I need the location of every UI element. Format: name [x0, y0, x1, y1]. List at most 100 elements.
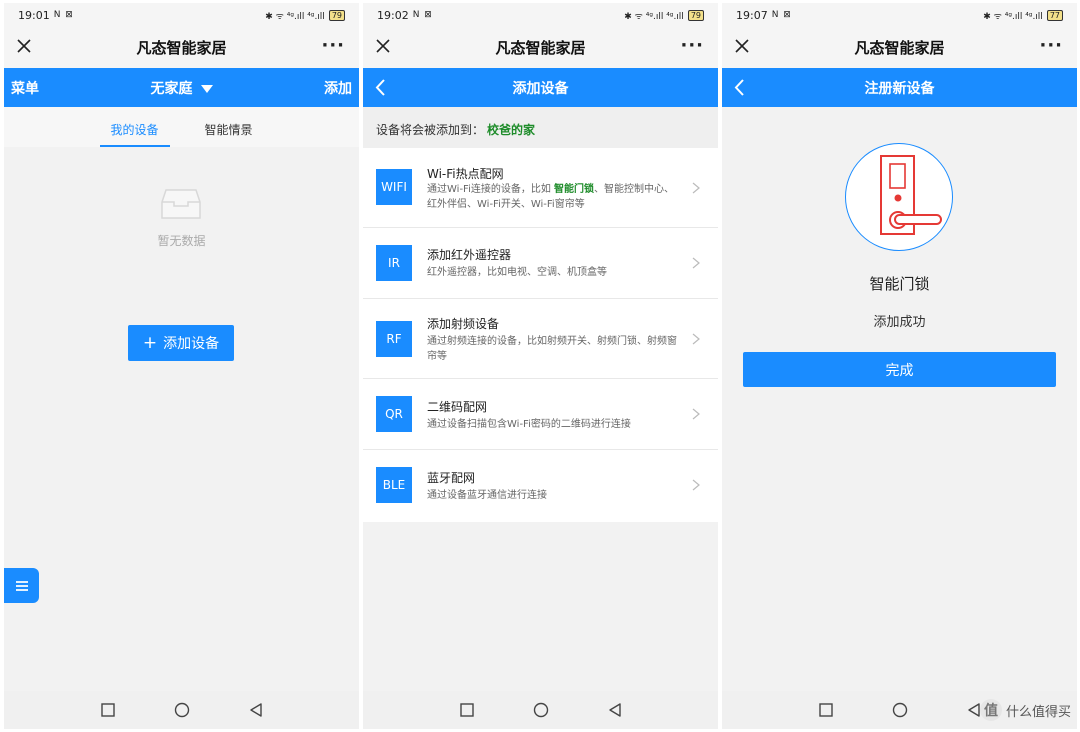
family-label: 无家庭	[150, 80, 193, 97]
header-bar: 注册新设备	[722, 68, 1077, 107]
list-item-qr[interactable]: QR 二维码配网 通过设备扫描包含Wi-Fi密码的二维码进行连接	[363, 379, 718, 450]
signal-icons: ✱ ᯤ ⁴ᵍ.ıll ⁴ᵍ.ıll	[983, 11, 1043, 22]
success-message: 添加成功	[873, 315, 926, 330]
close-icon[interactable]	[373, 36, 393, 56]
item-description: 通过射频连接的设备，比如射频开关、射频门锁、射频窗帘等	[427, 336, 677, 362]
rf-badge-icon: RF	[376, 321, 412, 357]
app-title: 凡态智能家居	[854, 39, 945, 57]
battery-icon: 79	[687, 9, 704, 21]
close-icon[interactable]	[14, 36, 34, 56]
list-item-wifi[interactable]: WIFI Wi-Fi热点配网 通过Wi-Fi连接的设备，比如 智能门锁、智能控制…	[363, 148, 718, 228]
item-title: 添加射频设备	[427, 317, 500, 331]
watermark-text: 什么值得买	[1005, 704, 1071, 720]
recent-apps-icon[interactable]	[459, 702, 475, 718]
page-title: 注册新设备	[864, 80, 935, 97]
app-title: 凡态智能家居	[136, 39, 227, 57]
more-icon[interactable]: ···	[1039, 35, 1063, 56]
header-bar: 添加设备	[363, 68, 718, 107]
notification-icons: N ⊠	[771, 10, 792, 20]
recent-apps-icon[interactable]	[818, 702, 834, 718]
done-button[interactable]: 完成	[743, 352, 1056, 387]
screen-register-device: 19:07 N ⊠ ✱ ᯤ ⁴ᵍ.ıll ⁴ᵍ.ıll 77 凡态智能家居 ··…	[722, 3, 1077, 729]
ble-badge-icon: BLE	[376, 467, 412, 503]
status-time: 19:02	[377, 8, 409, 22]
chevron-right-icon	[692, 479, 700, 491]
status-bar: 19:01 N ⊠ ✱ ᯤ ⁴ᵍ.ıll ⁴ᵍ.ıll 79	[4, 3, 359, 27]
status-bar: 19:07 N ⊠ ✱ ᯤ ⁴ᵍ.ıll ⁴ᵍ.ıll 77	[722, 3, 1077, 27]
qr-badge-icon: QR	[376, 396, 412, 432]
dropdown-icon	[200, 84, 213, 93]
tab-my-devices[interactable]: 我的设备	[99, 107, 170, 147]
back-arrow-icon[interactable]	[732, 78, 748, 97]
empty-inbox-icon	[161, 189, 201, 219]
chevron-right-icon	[692, 333, 700, 345]
item-description: 红外遥控器，比如电视、空调、机顶盒等	[427, 267, 607, 278]
back-nav-icon[interactable]	[607, 702, 623, 718]
header-bar: 菜单 无家庭 添加	[4, 68, 359, 107]
battery-icon: 79	[328, 9, 345, 21]
empty-state-text: 暂无数据	[157, 234, 206, 248]
more-icon[interactable]: ···	[680, 35, 704, 56]
list-item-rf[interactable]: RF 添加射频设备 通过射频连接的设备，比如射频开关、射频门锁、射频窗帘等	[363, 299, 718, 379]
home-icon[interactable]	[533, 702, 549, 718]
app-title: 凡态智能家居	[495, 39, 586, 57]
mini-program-bar: 凡态智能家居 ···	[4, 27, 359, 68]
device-image	[845, 143, 953, 251]
item-description: 通过设备蓝牙通信进行连接	[427, 490, 547, 501]
tab-smart-scenes[interactable]: 智能情景	[194, 107, 264, 147]
device-name: 智能门锁	[869, 275, 930, 293]
tab-bar: 我的设备 智能情景	[4, 107, 359, 147]
menu-button[interactable]: 菜单	[11, 78, 39, 98]
screen-add-device: 19:02 N ⊠ ✱ ᯤ ⁴ᵍ.ıll ⁴ᵍ.ıll 79 凡态智能家居 ··…	[363, 3, 718, 729]
battery-icon: 77	[1046, 9, 1063, 21]
recent-apps-icon[interactable]	[100, 702, 116, 718]
mini-program-bar: 凡态智能家居 ···	[363, 27, 718, 68]
family-selector[interactable]: 无家庭	[151, 78, 213, 98]
home-icon[interactable]	[892, 702, 908, 718]
item-description: 通过Wi-Fi连接的设备，比如 智能门锁、智能控制中心、红外伴侣、Wi-Fi开关…	[427, 182, 677, 212]
wifi-badge-icon: WIFI	[376, 169, 412, 205]
desc-highlight: 智能门锁	[554, 184, 595, 195]
notification-icons: N ⊠	[53, 10, 74, 20]
hint-prefix: 设备将会被添加到：	[376, 123, 485, 137]
system-nav-bar	[363, 691, 718, 729]
list-item-ble[interactable]: BLE 蓝牙配网 通过设备蓝牙通信进行连接	[363, 450, 718, 522]
connection-method-list: WIFI Wi-Fi热点配网 通过Wi-Fi连接的设备，比如 智能门锁、智能控制…	[363, 148, 718, 522]
home-name: 校爸的家	[487, 123, 536, 137]
desc-text: 通过Wi-Fi连接的设备，比如	[427, 184, 555, 195]
item-title: Wi-Fi热点配网	[427, 167, 504, 181]
item-title: 二维码配网	[427, 400, 488, 414]
list-item-ir[interactable]: IR 添加红外遥控器 红外遥控器，比如电视、空调、机顶盒等	[363, 228, 718, 299]
hamburger-icon	[15, 580, 28, 591]
back-arrow-icon[interactable]	[373, 78, 389, 97]
item-description: 通过设备扫描包含Wi-Fi密码的二维码进行连接	[427, 419, 631, 430]
chevron-right-icon	[692, 408, 700, 420]
signal-icons: ✱ ᯤ ⁴ᵍ.ıll ⁴ᵍ.ıll	[265, 11, 325, 22]
status-time: 19:01	[18, 8, 50, 22]
system-nav-bar: 值 什么值得买	[722, 691, 1077, 729]
target-home-hint: 设备将会被添加到： 校爸的家	[363, 107, 718, 148]
watermark-logo-icon: 值	[979, 699, 1002, 721]
home-icon[interactable]	[174, 702, 190, 718]
close-icon[interactable]	[732, 36, 752, 56]
mini-program-bar: 凡态智能家居 ···	[722, 27, 1077, 68]
ir-badge-icon: IR	[376, 245, 412, 281]
item-title: 蓝牙配网	[427, 471, 476, 485]
back-nav-icon[interactable]	[248, 702, 264, 718]
more-icon[interactable]: ···	[321, 35, 345, 56]
add-device-button[interactable]: + 添加设备	[128, 325, 234, 361]
status-time: 19:07	[736, 8, 768, 22]
item-title: 添加红外遥控器	[427, 248, 512, 262]
status-bar: 19:02 N ⊠ ✱ ᯤ ⁴ᵍ.ıll ⁴ᵍ.ıll 79	[363, 3, 718, 27]
plus-icon: +	[142, 333, 158, 353]
chevron-right-icon	[692, 257, 700, 269]
page-title: 添加设备	[512, 80, 569, 97]
chevron-right-icon	[692, 182, 700, 194]
add-device-label: 添加设备	[163, 336, 220, 352]
add-button[interactable]: 添加	[324, 78, 352, 98]
system-nav-bar	[4, 691, 359, 729]
screen-my-devices: 19:01 N ⊠ ✱ ᯤ ⁴ᵍ.ıll ⁴ᵍ.ıll 79 凡态智能家居 ··…	[4, 3, 359, 729]
notification-icons: N ⊠	[412, 10, 433, 20]
signal-icons: ✱ ᯤ ⁴ᵍ.ıll ⁴ᵍ.ıll	[624, 11, 684, 22]
floating-menu-button[interactable]	[4, 568, 39, 603]
